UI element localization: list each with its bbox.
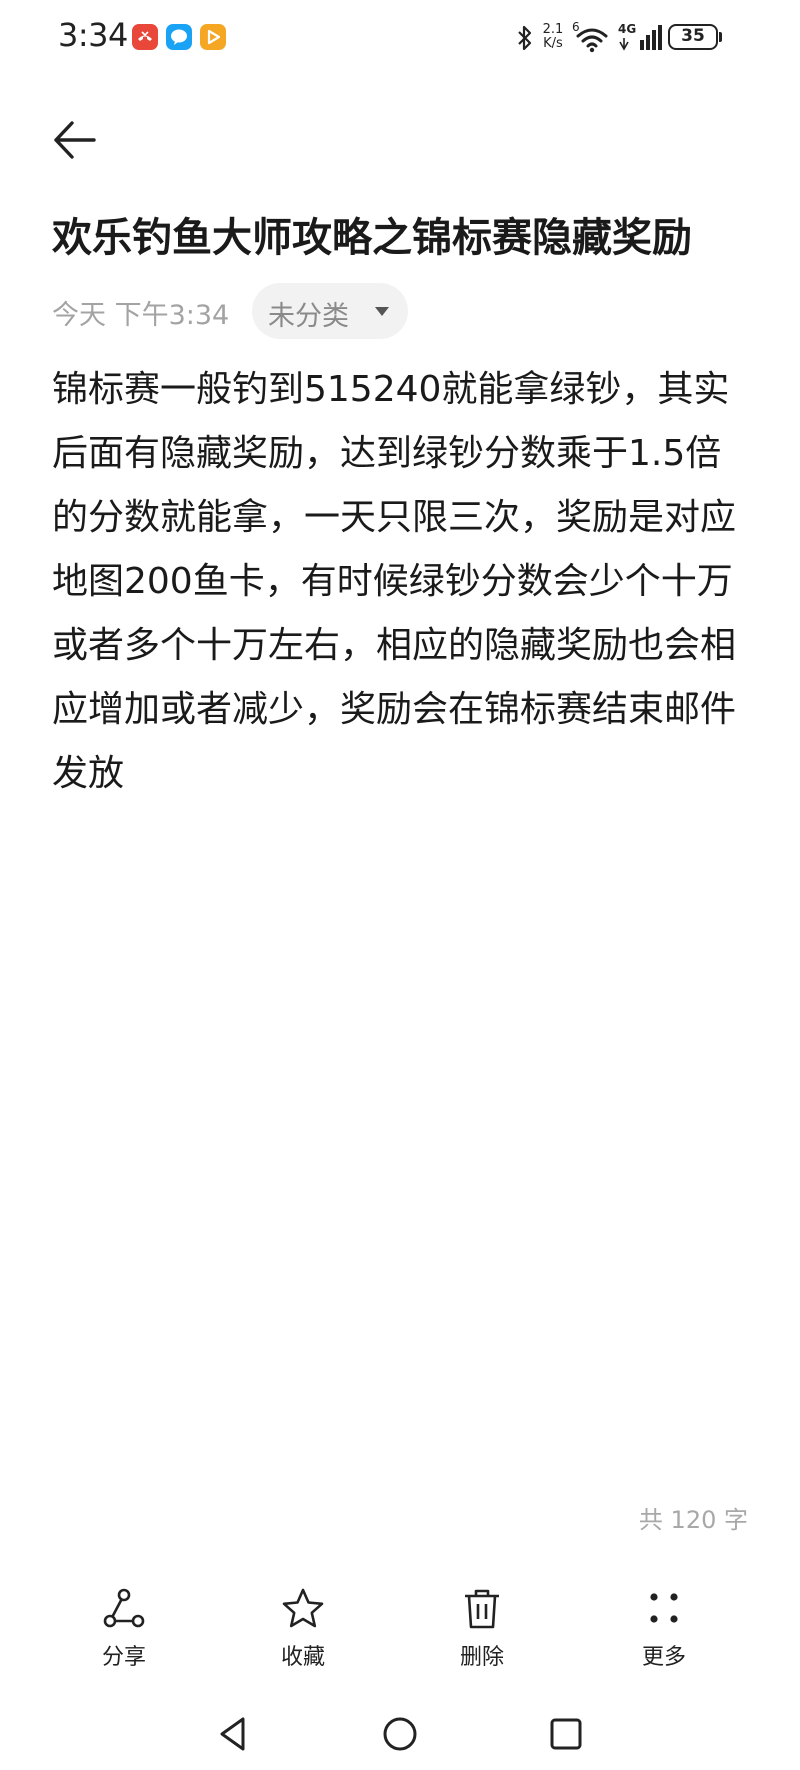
square-recent-icon [550,1718,582,1750]
nav-home-button[interactable] [376,1710,424,1758]
triangle-back-icon [220,1717,245,1751]
dots-grid-icon [650,1593,678,1623]
trash-icon [465,1589,499,1629]
nav-back-button[interactable] [210,1710,258,1758]
wifi-icon: 6 [572,20,612,58]
bottom-toolbar: 分享 收藏 删除 更多 [0,1575,800,1685]
favorite-button[interactable]: 收藏 [243,1575,363,1675]
favorite-label: 收藏 [280,1645,325,1670]
cellular-signal-icon: 4G [618,22,662,56]
cell-label: 4G [618,22,637,36]
note-title[interactable]: 欢乐钓鱼大师攻略之锦标赛隐藏奖励 [52,205,752,263]
share-label: 分享 [101,1645,146,1670]
note-body[interactable]: 锦标赛一般钓到515240就能拿绿钞，其实后面有隐藏奖励，达到绿钞分数乘于1.5… [52,358,757,806]
missed-call-notification-icon [132,24,158,50]
category-dropdown[interactable]: 未分类 [252,283,408,339]
nav-recent-button[interactable] [542,1710,590,1758]
status-time: 3:34 [58,16,128,54]
more-label: 更多 [641,1645,686,1670]
wifi-label: 6 [572,20,580,34]
back-button[interactable] [48,112,104,168]
network-speed: 2.1 K/s [538,23,568,51]
share-icon [103,1588,145,1628]
arrow-left-icon [54,121,96,159]
category-label: 未分类 [268,301,349,332]
message-notification-icon [166,24,192,50]
bluetooth-icon [516,24,534,56]
note-date: 今天 下午3:34 [52,300,230,331]
status-indicators: 2.1 K/s 6 4G 35 [516,20,756,60]
battery-indicator: 35 [668,24,718,50]
video-app-notification-icon [200,24,226,50]
more-button[interactable]: 更多 [604,1575,724,1675]
network-speed-unit: K/s [543,36,563,51]
delete-label: 删除 [459,1645,504,1670]
status-bar: 3:34 2.1 K/s 6 4G 35 [0,0,800,80]
word-count: 共 120 字 [638,1506,748,1534]
triangle-down-icon [375,307,389,316]
network-speed-value: 2.1 [542,22,564,37]
star-icon [282,1588,324,1628]
battery-tip [719,32,722,42]
system-navigation-bar [0,1700,800,1770]
share-button[interactable]: 分享 [64,1575,184,1675]
delete-button[interactable]: 删除 [422,1575,542,1675]
circle-home-icon [383,1717,417,1751]
